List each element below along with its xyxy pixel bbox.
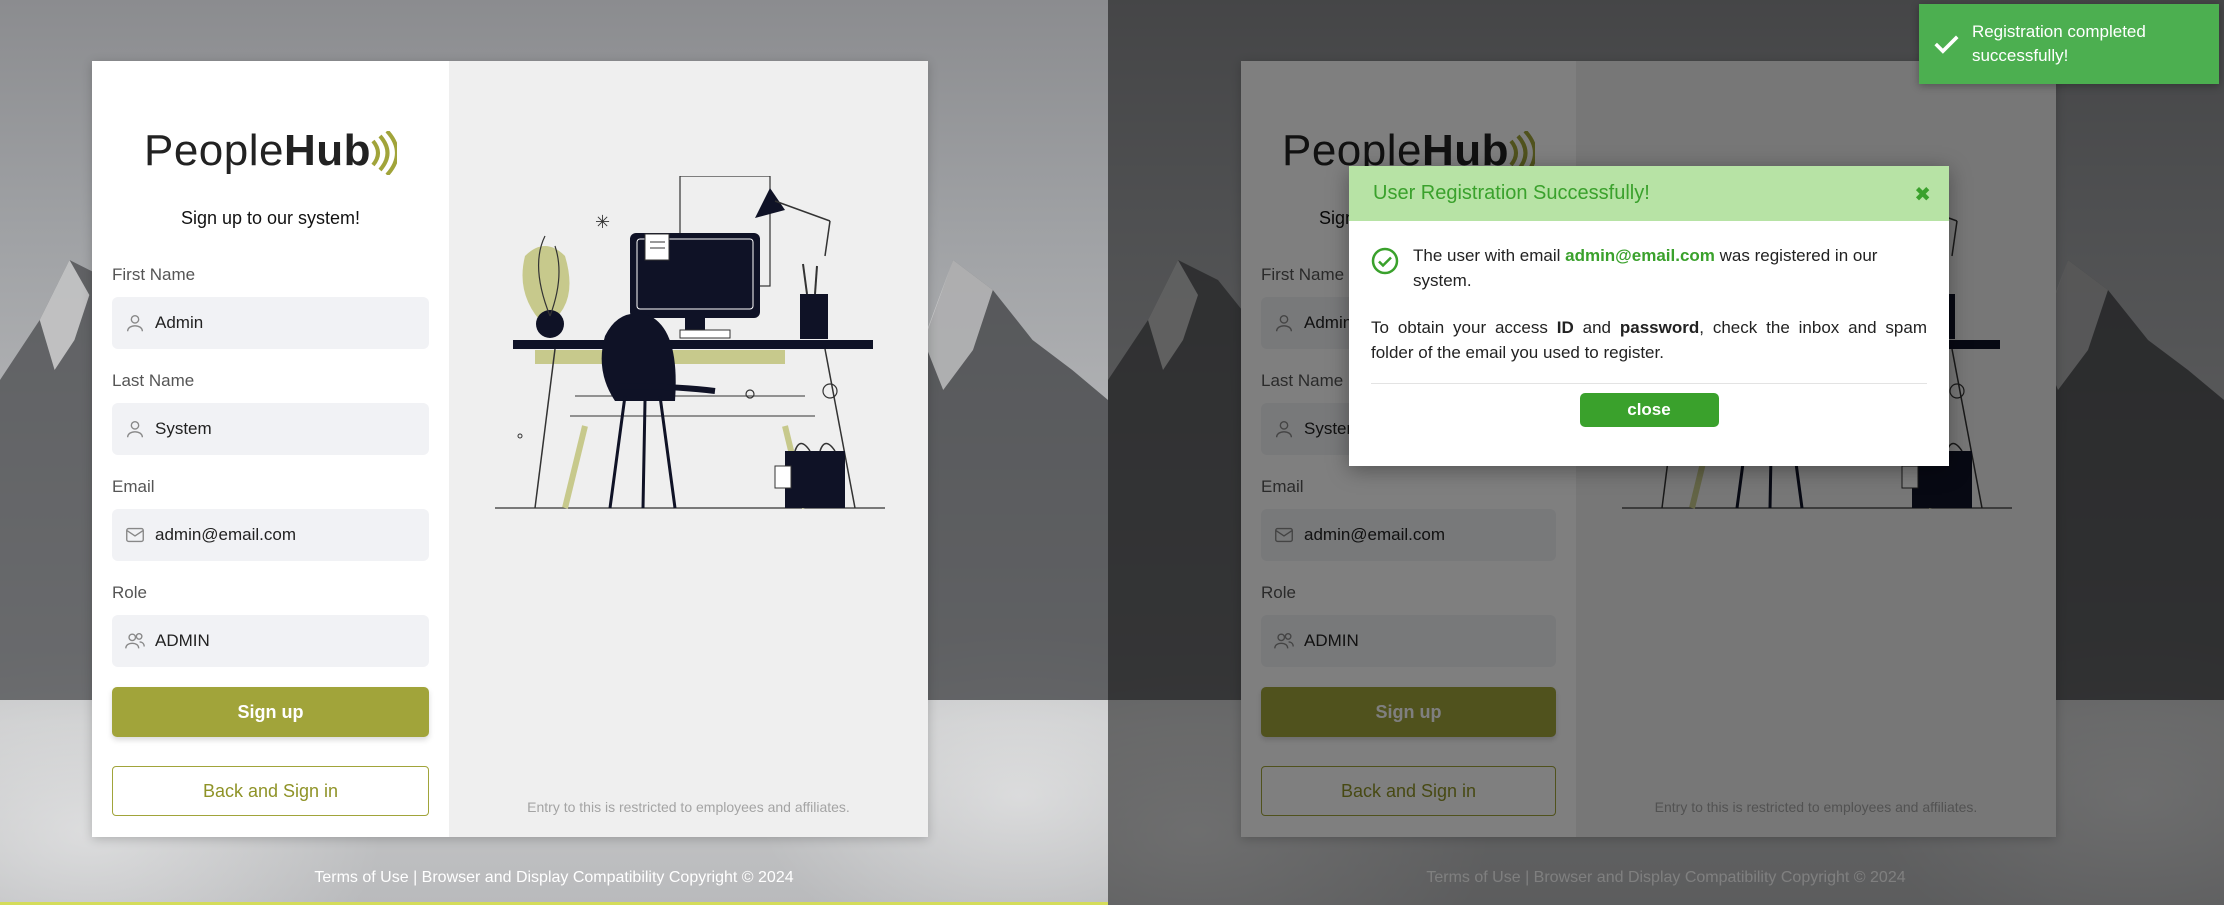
modal-body: The user with email admin@email.com was … [1349,221,1949,427]
modal-instructions: To obtain your access ID and password, c… [1371,318,1927,362]
signup-subtitle: Sign up to our system! [180,208,361,228]
role-field[interactable]: ADMIN [112,615,429,667]
user-icon [124,418,146,440]
email-field[interactable]: admin@email.com [112,509,429,561]
registration-success-modal: User Registration Successfully! ✖ The us… [1349,166,1949,466]
first-name-value: Admin [155,313,204,332]
signup-panel-left: PeopleHub Sign up to our system! First N… [0,0,1108,905]
signup-form: PeopleHub Sign up to our system! First N… [92,61,449,837]
modal-title: User Registration Successfully! [1373,182,1650,204]
restricted-note: Entry to this is restricted to employees… [527,799,850,815]
success-toast[interactable]: Registration completed successfully! [1919,4,2219,84]
back-sign-in-button[interactable]: Back and Sign in [112,766,429,816]
sign-up-button[interactable]: Sign up [112,687,429,737]
modal-divider [1371,383,1927,384]
modal-email: admin@email.com [1565,246,1715,265]
check-icon [1934,35,1959,54]
user-icon [124,312,146,334]
terms-link[interactable]: Terms of Use [314,869,408,886]
check-circle-icon [1371,247,1399,275]
users-icon [124,630,146,652]
last-name-value: System [155,419,212,438]
modal-close-button[interactable]: close [1579,393,1719,427]
last-name-label: Last Name [112,371,195,390]
mail-icon [124,524,146,546]
email-value: admin@email.com [155,525,297,544]
first-name-field[interactable]: Admin [112,297,429,349]
signal-waves-icon [367,131,397,175]
modal-registered-text: The user with email admin@email.com was … [1413,246,1878,290]
close-icon[interactable]: ✖ [1914,182,1931,206]
signup-card: PeopleHub Sign up to our system! First N… [92,61,928,837]
last-name-field[interactable]: System [112,403,429,455]
modal-message-row: The user with email admin@email.com was … [1371,243,1927,293]
modal-header: User Registration Successfully! ✖ [1349,166,1949,221]
email-label: Email [112,477,155,496]
footer-separator: | [413,869,418,886]
workspace-illustration [495,176,885,516]
role-label: Role [112,583,147,602]
toast-message: Registration completed successfully! [1971,22,2146,65]
role-value: ADMIN [155,631,210,650]
peoplehub-logo: PeopleHub [92,126,449,176]
footer: Terms of Use | Browser and Display Compa… [0,869,1108,887]
illustration-panel: Entry to this is restricted to employees… [449,61,928,837]
first-name-label: First Name [112,265,196,284]
compatibility-link[interactable]: Browser and Display Compatibility Copyri… [422,869,794,886]
